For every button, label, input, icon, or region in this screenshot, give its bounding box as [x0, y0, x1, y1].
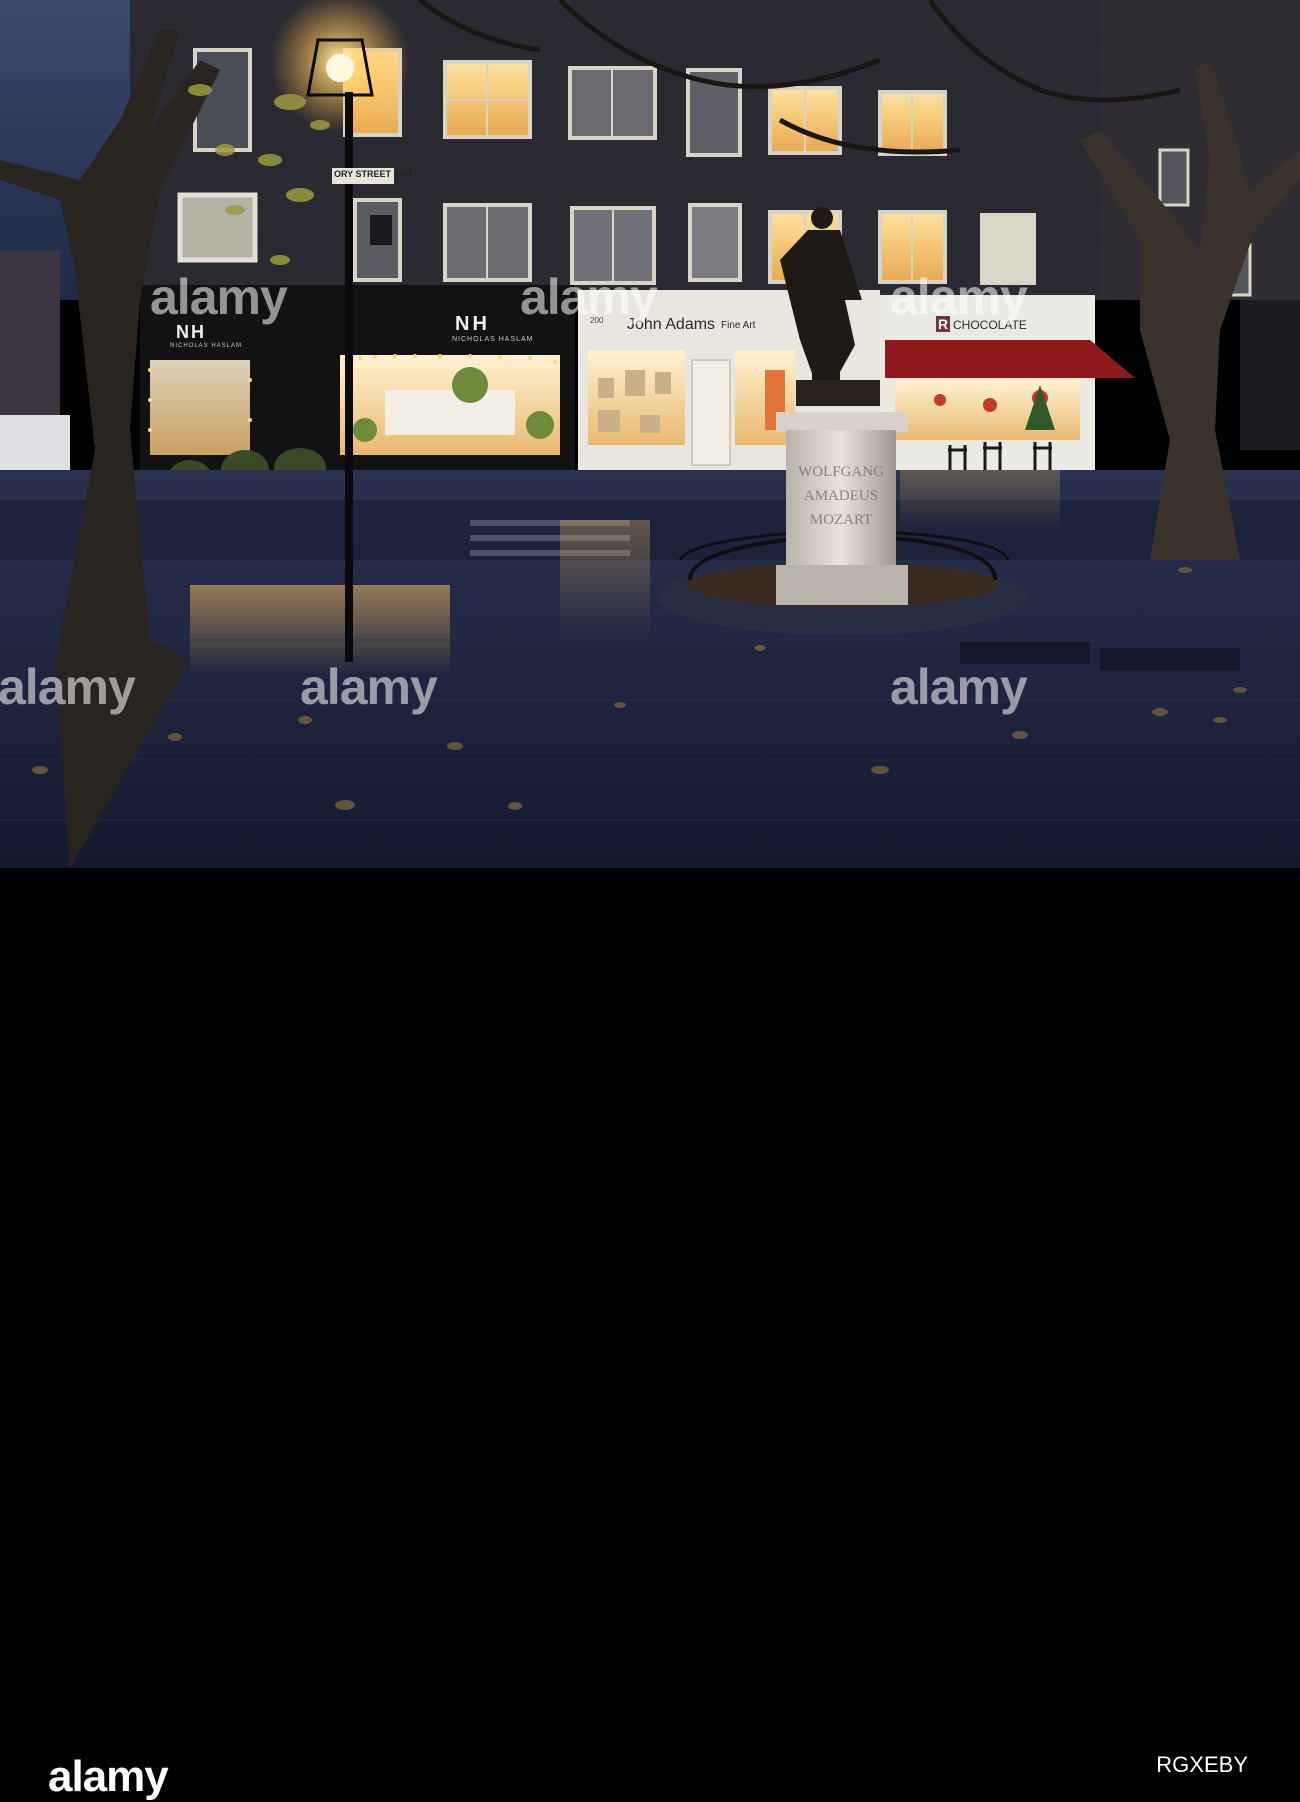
- watermark-top-center: alamy: [520, 269, 658, 325]
- plinth-line-1: WOLFGANG: [798, 464, 884, 480]
- watermark-top-left: alamy: [150, 269, 288, 325]
- watermark-bottom-right: alamy: [890, 659, 1028, 715]
- street-photo: [0, 0, 1300, 868]
- footer-image-id: RGXEBY: [1156, 1752, 1248, 1777]
- plinth-inscription: WOLFGANG AMADEUS MOZART: [786, 460, 896, 532]
- watermark-bottom-left: alamy: [0, 659, 136, 715]
- watermark-top-right: alamy: [890, 269, 1028, 325]
- nh-logo-right: NH: [455, 313, 490, 335]
- plinth-line-3: MOZART: [809, 512, 873, 528]
- photo-scene: ORY STREET SW1 NH NICHOLAS HASLAM NH NIC…: [0, 0, 1300, 868]
- nh-sub-left: NICHOLAS HASLAM: [170, 343, 243, 349]
- street-sign: ORY STREET SW1: [334, 169, 414, 179]
- plinth-line-2: AMADEUS: [803, 488, 879, 504]
- john-adams-sub: Fine Art: [721, 320, 756, 331]
- footer-bar: alamy RGXEBY: [0, 868, 1300, 1801]
- watermark-bottom-center: alamy: [300, 659, 438, 715]
- nh-sub-right: NICHOLAS HASLAM: [452, 336, 534, 343]
- footer-brand-logo: alamy: [48, 1752, 169, 1801]
